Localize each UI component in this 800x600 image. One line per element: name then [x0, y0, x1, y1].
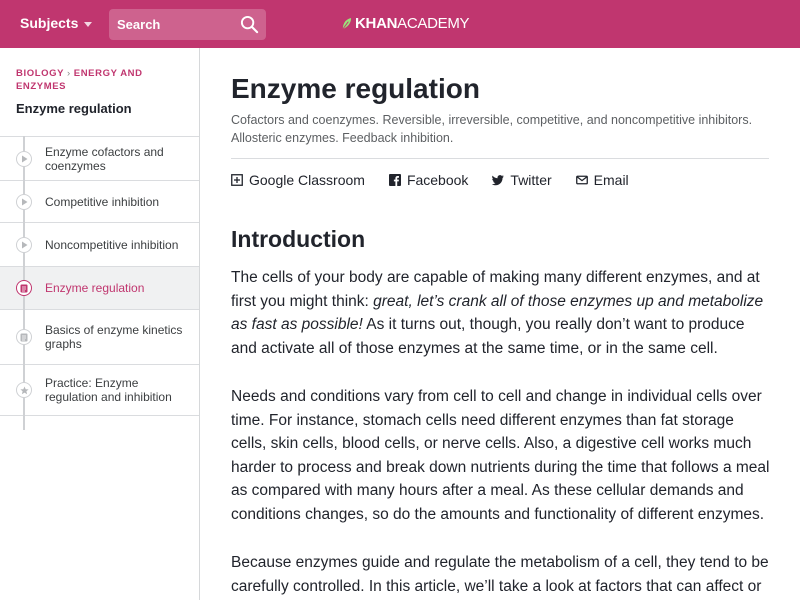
twitter-share-button[interactable]: Twitter [492, 172, 552, 188]
divider [231, 158, 769, 159]
paragraph-1: The cells of your body are capable of ma… [231, 266, 771, 360]
sidebar-item-label: Basics of enzyme kinetics graphs [45, 323, 183, 351]
sidebar-item-enzyme-kinetics-graphs[interactable]: Basics of enzyme kinetics graphs [0, 309, 199, 364]
facebook-icon [388, 174, 401, 186]
search-icon[interactable] [240, 15, 259, 34]
search-input[interactable] [109, 9, 234, 40]
chevron-down-icon [84, 21, 93, 27]
leaf-icon [342, 18, 352, 30]
google-classroom-label: Google Classroom [249, 172, 365, 188]
play-icon [16, 193, 32, 210]
google-classroom-icon [231, 174, 243, 186]
sidebar-item-noncompetitive-inhibition[interactable]: Noncompetitive inhibition [0, 222, 199, 266]
google-classroom-share-button[interactable]: Google Classroom [231, 172, 365, 188]
sidebar-item-label: Competitive inhibition [45, 194, 160, 209]
twitter-label: Twitter [510, 172, 552, 188]
facebook-label: Facebook [406, 172, 469, 188]
khan-academy-logo[interactable]: KHANACADEMY [341, 15, 470, 32]
sidebar-item-label: Noncompetitive inhibition [45, 237, 179, 252]
email-label: Email [593, 172, 629, 188]
play-icon [16, 150, 32, 167]
twitter-icon [492, 175, 505, 186]
logo-text-bold: KHAN [355, 15, 398, 32]
subjects-label: Subjects [20, 15, 79, 31]
chevron-right-icon: › [67, 68, 71, 79]
email-share-button[interactable]: Email [575, 172, 629, 188]
subjects-menu-button[interactable]: Subjects [20, 15, 93, 31]
page-title: Enzyme regulation [231, 73, 480, 104]
breadcrumb: BIOLOGY › ENERGY AND ENZYMES [16, 67, 191, 93]
search-box [109, 9, 266, 40]
paragraph-3: Because enzymes guide and regulate the m… [231, 554, 769, 595]
sidebar-item-competitive-inhibition[interactable]: Competitive inhibition [0, 180, 199, 222]
lesson-list: Enzyme cofactors and coenzymes Competiti… [0, 136, 199, 416]
paragraph-2: Needs and conditions vary from cell to c… [231, 388, 770, 523]
breadcrumb-biology[interactable]: BIOLOGY [16, 68, 64, 79]
sidebar-item-practice[interactable]: Practice: Enzyme regulation and inhibiti… [0, 364, 199, 416]
sidebar-item-label: Enzyme cofactors and coenzymes [45, 144, 164, 173]
email-icon [575, 175, 588, 185]
lesson-sidebar: BIOLOGY › ENERGY AND ENZYMES Enzyme regula… [0, 48, 200, 600]
play-icon [16, 236, 32, 253]
star-icon [16, 382, 32, 398]
sidebar-item-label: Practice: Enzyme regulation and inhibiti… [45, 376, 172, 404]
sidebar-item-enzyme-cofactors[interactable]: Enzyme cofactors and coenzymes [0, 136, 199, 180]
article-icon [16, 329, 32, 345]
share-bar: Google Classroom Facebook Twitter Email [231, 172, 629, 188]
article-icon [16, 280, 32, 296]
page-description: Cofactors and coenzymes. Reversible, irr… [231, 113, 753, 145]
sidebar-item-label: Enzyme regulation [45, 281, 145, 295]
top-navigation-bar: Subjects KHANACADEMY [0, 0, 800, 48]
facebook-share-button[interactable]: Facebook [388, 172, 469, 188]
logo-text-regular: ACADEMY [397, 15, 470, 32]
section-heading-introduction: Introduction [231, 226, 366, 252]
sidebar-title: Enzyme regulation [16, 101, 132, 116]
sidebar-item-enzyme-regulation[interactable]: Enzyme regulation [0, 266, 199, 309]
